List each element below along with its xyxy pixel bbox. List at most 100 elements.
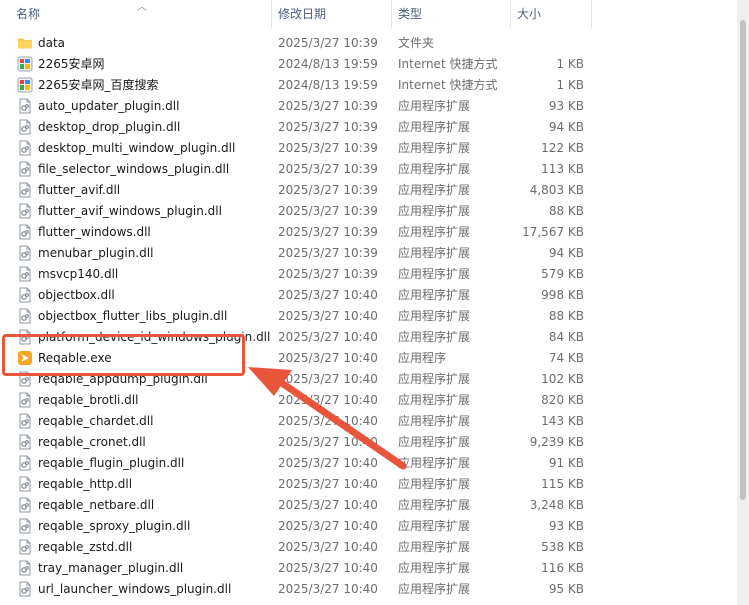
- file-row[interactable]: reqable_chardet.dll 2025/3/27 10:40 应用程序扩展…: [0, 411, 737, 432]
- file-row[interactable]: flutter_avif.dll 2025/3/27 10:39 应用程序扩展 4,8…: [0, 180, 737, 201]
- file-row[interactable]: objectbox_flutter_libs_plugin.dll 2025/3/…: [0, 306, 737, 327]
- file-name: desktop_multi_window_plugin.dll: [38, 141, 236, 155]
- file-row[interactable]: reqable_http.dll 2025/3/27 10:40 应用程序扩展 115…: [0, 474, 737, 495]
- file-modified-date: 2025/3/27 10:40: [278, 414, 378, 428]
- vertical-scrollbar[interactable]: [737, 0, 749, 605]
- file-type: 应用程序扩展: [398, 582, 471, 596]
- file-modified-date: 2025/3/27 10:39: [278, 267, 378, 281]
- file-size: 1 KB: [556, 57, 584, 71]
- file-type: 应用程序扩展: [398, 204, 471, 218]
- file-modified-date: 2024/8/13 19:59: [278, 57, 378, 71]
- file-type: 应用程序扩展: [398, 183, 471, 197]
- dll-file-icon: [17, 308, 33, 324]
- file-name: data: [38, 36, 66, 50]
- file-size: 1 KB: [556, 78, 584, 92]
- file-name: reqable_flugin_plugin.dll: [38, 456, 185, 470]
- file-row[interactable]: flutter_avif_windows_plugin.dll 2025/3/27…: [0, 201, 737, 222]
- file-row[interactable]: url_launcher_windows_plugin.dll 2025/3/27…: [0, 579, 737, 600]
- file-modified-date: 2025/3/27 10:40: [278, 330, 378, 344]
- dll-file-icon: [17, 497, 33, 513]
- file-modified-date: 2025/3/27 10:40: [278, 582, 378, 596]
- file-modified-date: 2025/3/27 10:40: [278, 561, 378, 575]
- file-modified-date: 2025/3/27 10:39: [278, 162, 378, 176]
- dll-file-icon: [17, 140, 33, 156]
- file-row[interactable]: tray_manager_plugin.dll 2025/3/27 10:40 应用…: [0, 558, 737, 579]
- file-size: 102 KB: [541, 372, 584, 386]
- file-type: 应用程序扩展: [398, 540, 471, 554]
- file-modified-date: 2025/3/27 10:40: [278, 351, 378, 365]
- internet-shortcut-icon: [17, 77, 33, 93]
- file-row[interactable]: auto_updater_plugin.dll 2025/3/27 10:39 应用…: [0, 96, 737, 117]
- file-type: 应用程序扩展: [398, 498, 471, 512]
- file-size: 9,239 KB: [529, 435, 584, 449]
- file-name: msvcp140.dll: [38, 267, 119, 281]
- file-row[interactable]: 2265安卓网_百度搜索 2024/8/13 19:59 Internet 快捷方式…: [0, 75, 737, 96]
- dll-file-icon: [17, 413, 33, 429]
- file-size: 538 KB: [541, 540, 584, 554]
- file-size: 95 KB: [548, 582, 584, 596]
- dll-file-icon: [17, 203, 33, 219]
- file-name: reqable_cronet.dll: [38, 435, 146, 449]
- file-row[interactable]: msvcp140.dll 2025/3/27 10:39 应用程序扩展 579 KB: [0, 264, 737, 285]
- dll-file-icon: [17, 392, 33, 408]
- file-type: 应用程序扩展: [398, 225, 471, 239]
- file-type: 应用程序扩展: [398, 99, 471, 113]
- file-row[interactable]: reqable_zstd.dll 2025/3/27 10:40 应用程序扩展 538…: [0, 537, 737, 558]
- file-size: 88 KB: [548, 309, 584, 323]
- file-row[interactable]: menubar_plugin.dll 2025/3/27 10:39 应用程序扩展 9…: [0, 243, 737, 264]
- file-size: 74 KB: [548, 351, 584, 365]
- column-divider[interactable]: [591, 0, 592, 28]
- file-row[interactable]: desktop_drop_plugin.dll 2025/3/27 10:39 应用…: [0, 117, 737, 138]
- dll-file-icon: [17, 119, 33, 135]
- file-name: 2265安卓网_百度搜索: [38, 78, 159, 92]
- file-modified-date: 2025/3/27 10:40: [278, 456, 378, 470]
- file-row[interactable]: reqable_sproxy_plugin.dll 2025/3/27 10:40…: [0, 516, 737, 537]
- file-name: flutter_windows.dll: [38, 225, 151, 239]
- file-type: 应用程序: [398, 351, 447, 365]
- dll-file-icon: [17, 518, 33, 534]
- file-type: Internet 快捷方式: [398, 78, 498, 92]
- file-modified-date: 2025/3/27 10:40: [278, 393, 378, 407]
- file-row[interactable]: reqable_flugin_plugin.dll 2025/3/27 10:40…: [0, 453, 737, 474]
- file-name: objectbox.dll: [38, 288, 115, 302]
- file-row[interactable]: objectbox.dll 2025/3/27 10:40 应用程序扩展 998 KB: [0, 285, 737, 306]
- dll-file-icon: [17, 476, 33, 492]
- column-header-type[interactable]: 类型: [392, 0, 510, 28]
- file-type: 应用程序扩展: [398, 267, 471, 281]
- file-type: 应用程序扩展: [398, 393, 471, 407]
- scrollbar-thumb[interactable]: [740, 20, 746, 500]
- column-header-type-label: 类型: [398, 7, 423, 21]
- file-type: 应用程序扩展: [398, 519, 471, 533]
- file-name: reqable_sproxy_plugin.dll: [38, 519, 191, 533]
- file-row[interactable]: flutter_windows.dll 2025/3/27 10:39 应用程序扩展…: [0, 222, 737, 243]
- file-name: reqable_http.dll: [38, 477, 133, 491]
- file-modified-date: 2025/3/27 10:40: [278, 519, 378, 533]
- annotation-highlight-box: [2, 334, 245, 376]
- file-row[interactable]: file_selector_windows_plugin.dll 2025/3/2…: [0, 159, 737, 180]
- file-row[interactable]: reqable_cronet.dll 2025/3/27 10:40 应用程序扩展 9…: [0, 432, 737, 453]
- file-type: 应用程序扩展: [398, 330, 471, 344]
- file-name: flutter_avif_windows_plugin.dll: [38, 204, 222, 218]
- file-modified-date: 2025/3/27 10:39: [278, 183, 378, 197]
- file-size: 84 KB: [548, 330, 584, 344]
- file-modified-date: 2025/3/27 10:39: [278, 204, 378, 218]
- dll-file-icon: [17, 581, 33, 597]
- file-row[interactable]: reqable_brotli.dll 2025/3/27 10:40 应用程序扩展 8…: [0, 390, 737, 411]
- file-name: menubar_plugin.dll: [38, 246, 154, 260]
- file-type: 应用程序扩展: [398, 456, 471, 470]
- dll-file-icon: [17, 224, 33, 240]
- file-row[interactable]: desktop_multi_window_plugin.dll 2025/3/27…: [0, 138, 737, 159]
- file-size: 579 KB: [541, 267, 584, 281]
- file-row[interactable]: reqable_netbare.dll 2025/3/27 10:40 应用程序扩展…: [0, 495, 737, 516]
- file-size: 122 KB: [541, 141, 584, 155]
- file-row[interactable]: data 2025/3/27 10:39 文件夹: [0, 33, 737, 54]
- file-type: 文件夹: [398, 36, 435, 50]
- file-type: 应用程序扩展: [398, 120, 471, 134]
- column-header-size[interactable]: 大小: [511, 0, 591, 28]
- file-modified-date: 2025/3/27 10:39: [278, 120, 378, 134]
- file-row[interactable]: 2265安卓网 2024/8/13 19:59 Internet 快捷方式 1 KB: [0, 54, 737, 75]
- file-name: flutter_avif.dll: [38, 183, 121, 197]
- file-size: 94 KB: [548, 120, 584, 134]
- column-header-modified[interactable]: 修改日期: [272, 0, 390, 28]
- file-size: 91 KB: [548, 456, 584, 470]
